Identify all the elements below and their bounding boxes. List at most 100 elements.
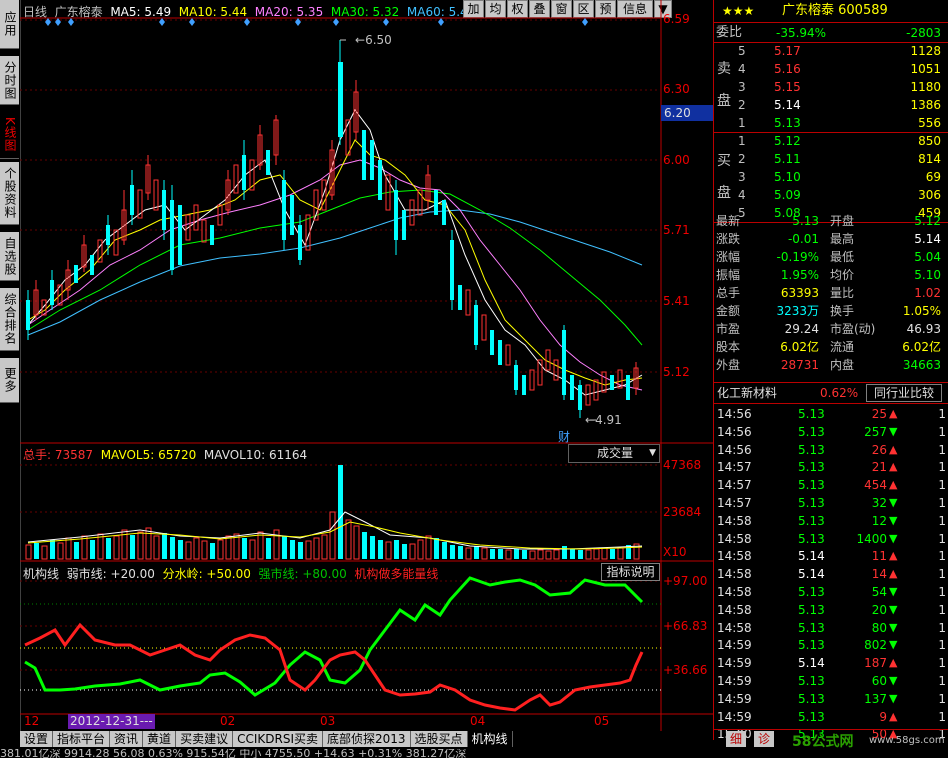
indicator-tick: +97.00 — [663, 574, 708, 588]
arrow-up-icon: ▲ — [889, 478, 898, 492]
price-tick: 6.30 — [663, 82, 690, 96]
event-markers[interactable] — [45, 18, 588, 26]
arrow-down-icon: ▼ — [889, 691, 898, 705]
arrow-down-icon: ▼ — [889, 638, 898, 652]
bid-row: 3 5.10 69 — [738, 170, 941, 184]
tab-indicator-platform[interactable]: 指标平台 — [53, 731, 111, 747]
price-tick: 5.12 — [663, 365, 690, 379]
volume-unit: X10 — [663, 545, 687, 559]
tab-more[interactable]: 更多 — [0, 358, 19, 403]
high-annotation: ←6.50 — [355, 33, 392, 47]
mavol10-value: MAVOL10: 61164 — [203, 448, 308, 462]
energy-line-label: 机构做多能量线 — [354, 567, 439, 581]
status-bar: 381.01亿深 9914.28 56.08 0.63% 915.54亿 中小 … — [0, 749, 948, 758]
tick-row: 14:56 5.13 26 ▲ 1 — [717, 442, 946, 457]
tab-settings[interactable]: 设置 — [20, 731, 54, 747]
chevron-down-icon: ▼ — [649, 448, 656, 458]
ma30-line — [27, 189, 643, 346]
current-price-tag: 6.20 — [661, 105, 716, 121]
tab-watchlist[interactable]: 自选股 — [0, 232, 19, 281]
stat-row: 最新 5.13 开盘 5.12 — [716, 214, 941, 228]
tab-timeshare[interactable]: 分时图 — [0, 56, 19, 105]
tab-institution-line[interactable]: 机构线 — [467, 731, 513, 747]
diagnose-tab[interactable]: 诊 — [754, 731, 775, 747]
tick-row: 14:58 5.13 80 ▼ 1 — [717, 620, 946, 635]
indicator-dropdown[interactable]: 成交量 ▼ — [568, 444, 660, 463]
tick-row: 14:58 5.14 14 ▲ 1 — [717, 567, 946, 582]
tick-row: 14:58 5.13 20 ▼ 1 — [717, 602, 946, 617]
date-tick: 02 — [220, 714, 236, 728]
indicator-header: 机构线 弱市线: +20.00 分水岭: +50.00 强市线: +80.00 … — [23, 565, 438, 582]
arrow-down-icon: ▼ — [889, 585, 898, 598]
total-volume: 总手: 73587 — [23, 448, 94, 462]
date-tick: 05 — [594, 714, 610, 728]
indicator-tick: +36.66 — [663, 663, 708, 677]
bid-row: 4 5.09 306 — [738, 188, 941, 202]
arrow-up-icon: ▲ — [889, 567, 898, 581]
tab-apps[interactable]: 应用 — [0, 0, 19, 49]
tick-row: 14:58 5.13 1400 ▼ 1 — [717, 531, 946, 546]
peer-compare-button[interactable]: 同行业比较 — [866, 384, 942, 402]
watermark-url: www.58gs.com — [869, 735, 945, 746]
indicator-help-button[interactable]: 指标说明 — [601, 563, 660, 581]
formula-tabs: 设置 指标平台 资讯 黄道 买卖建议 CCIKDRSI买卖 底部侦探2013 选… — [20, 731, 513, 748]
arrow-down-icon: ▼ — [889, 674, 898, 687]
tab-stock-picking[interactable]: 选股买点 — [410, 731, 468, 747]
stat-row: 市盈 29.24 市盈(动) 46.93 — [716, 322, 941, 336]
strong-market-value: 强市线: +80.00 — [258, 567, 347, 581]
tick-row: 14:59 5.13 60 ▼ 1 — [717, 674, 946, 688]
tick-row: 14:59 5.13 137 ▼ 1 — [717, 691, 946, 706]
tab-ranking[interactable]: 综合排名 — [0, 288, 19, 351]
tab-kline[interactable]: K线图 — [0, 110, 19, 159]
ask-row: 5 5.17 1128 — [738, 44, 941, 58]
price-tick: 5.41 — [663, 294, 690, 308]
left-nav-tabs: 应用 分时图 K线图 个股资料 自选股 综合排名 更多 — [0, 0, 21, 740]
arrow-up-icon: ▲ — [889, 709, 898, 723]
arrow-down-icon: ▼ — [889, 424, 898, 438]
arrow-up-icon: ▲ — [889, 656, 898, 670]
arrow-down-icon: ▼ — [889, 496, 898, 509]
watermark-logo: 58公式网 — [792, 734, 854, 750]
ask-row: 3 5.15 1180 — [738, 80, 941, 94]
quote-title: 广东榕泰 600589 — [782, 3, 888, 18]
industry-change: 0.62% — [820, 386, 859, 400]
quote-panel: ★★★ 广东榕泰 600589 委比 -35.94% -2803 卖 盘 5 5.… — [713, 0, 948, 750]
stat-row: 股本 6.02亿 流通 6.02亿 — [716, 340, 941, 354]
weibi-value: -35.94% — [776, 26, 827, 40]
stat-row: 涨幅 -0.19% 最低 5.04 — [716, 250, 941, 264]
tick-row: 14:58 5.14 11 ▲ 1 — [717, 549, 946, 564]
tab-huangdao[interactable]: 黄道 — [143, 731, 177, 747]
tick-row: 14:57 5.13 21 ▲ 1 — [717, 460, 946, 475]
tick-row: 14:57 5.13 32 ▼ 1 — [717, 496, 946, 510]
tick-row: 14:59 5.13 9 ▲ 1 — [717, 709, 946, 724]
tick-row: 14:58 5.13 12 ▼ 1 — [717, 513, 946, 528]
arrow-down-icon: ▼ — [889, 513, 898, 527]
date-tick: 04 — [470, 714, 486, 728]
finance-marker[interactable]: 财 — [558, 428, 570, 445]
tab-trade-advice[interactable]: 买卖建议 — [176, 731, 234, 747]
arrow-down-icon: ▼ — [889, 602, 898, 616]
volume-tick: 47368 — [663, 458, 702, 472]
ask-row: 1 5.13 556 — [738, 116, 941, 130]
candles[interactable] — [26, 40, 639, 418]
price-tick: 6.00 — [663, 153, 690, 167]
arrow-down-icon: ▼ — [889, 531, 898, 545]
stat-row: 外盘 28731 内盘 34663 — [716, 358, 941, 372]
mavol5-value: MAVOL5: 65720 — [100, 448, 197, 462]
tab-cci-kdj-rsi[interactable]: CCIKDRSI买卖 — [233, 731, 323, 747]
bid-row: 2 5.11 814 — [738, 152, 941, 166]
weibi-row: 委比 -35.94% -2803 — [716, 25, 941, 40]
price-tick: 5.71 — [663, 223, 690, 237]
arrow-up-icon: ▲ — [889, 549, 898, 563]
tab-news[interactable]: 资讯 — [110, 731, 144, 747]
stat-row: 金额 3233万 换手 1.05% — [716, 304, 941, 318]
volume-bars[interactable] — [25, 465, 640, 560]
indicator-name: 机构线 — [23, 567, 60, 581]
detail-tab[interactable]: 细 — [726, 731, 747, 747]
tab-profile[interactable]: 个股资料 — [0, 162, 19, 225]
tab-bottom-detective[interactable]: 底部侦探2013 — [322, 731, 411, 747]
kline-chart[interactable] — [20, 0, 713, 731]
bid-row: 1 5.12 850 — [738, 134, 941, 148]
industry-name: 化工新材料 — [717, 386, 778, 400]
ask-row: 2 5.14 1386 — [738, 98, 941, 112]
